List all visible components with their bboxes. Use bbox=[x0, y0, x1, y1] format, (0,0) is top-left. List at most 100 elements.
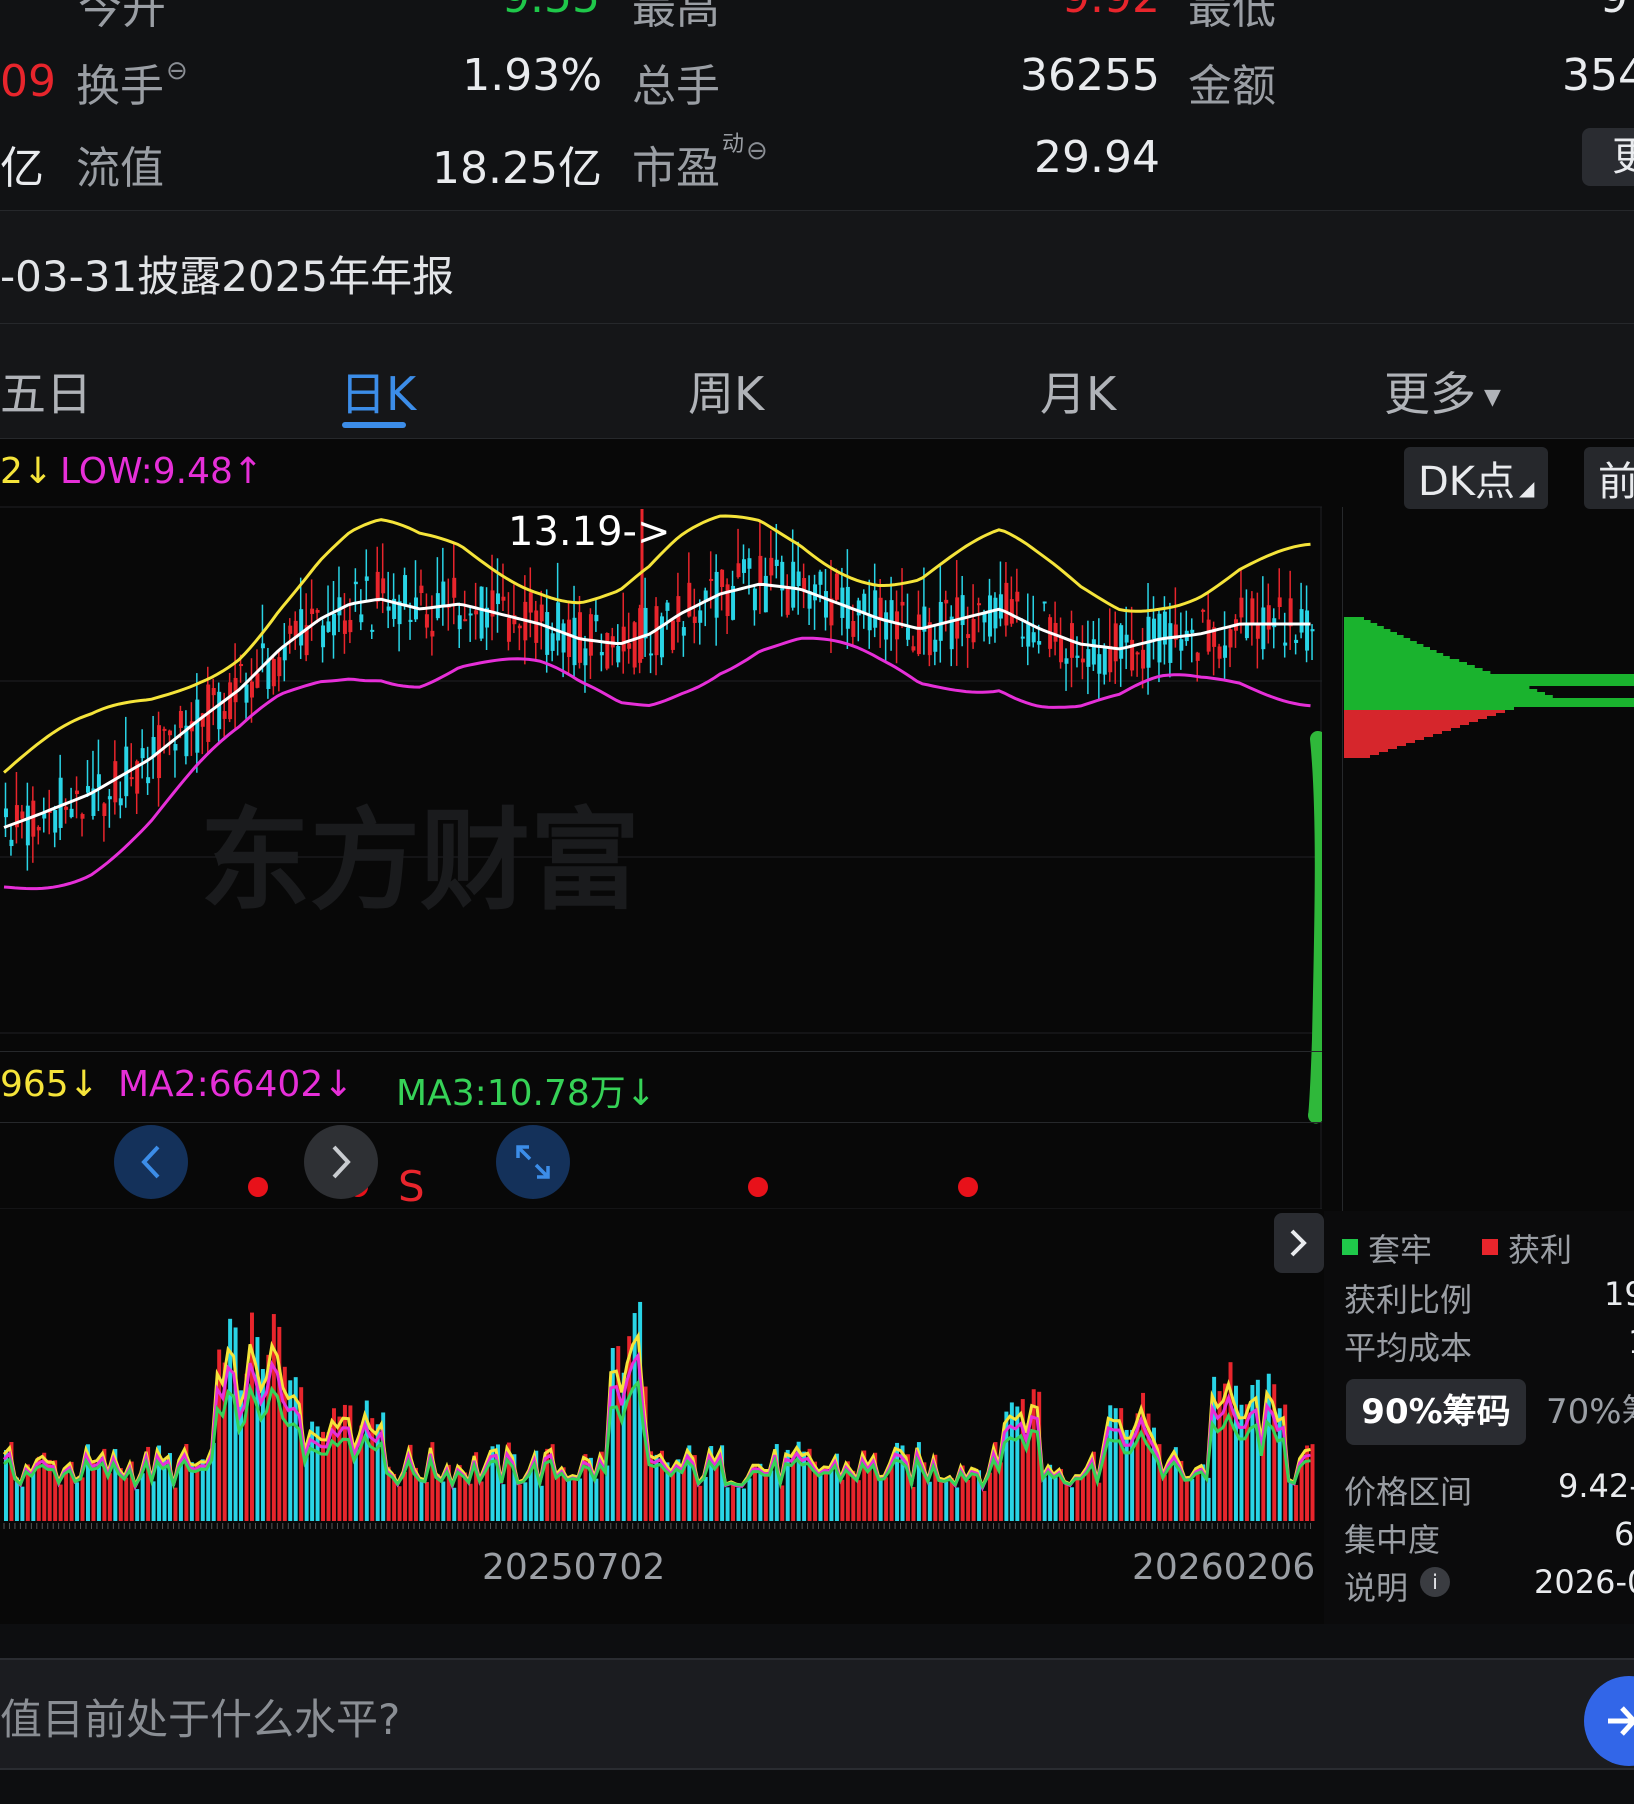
trapped-chip-bar bbox=[1344, 632, 1397, 635]
volume-bar bbox=[594, 1478, 599, 1521]
candle-body bbox=[567, 619, 572, 658]
tab-monthly-k[interactable]: 月K bbox=[1040, 358, 1116, 424]
profit-chip-bar bbox=[1344, 749, 1388, 752]
period-tabs: 五日 日K 周K 月K 更多 ▼ bbox=[0, 324, 1634, 439]
trapped-chip-bar bbox=[1344, 647, 1430, 650]
profit-legend-label: 获利 bbox=[1508, 1231, 1573, 1269]
volume-bar bbox=[955, 1487, 960, 1521]
candle-body bbox=[102, 803, 107, 817]
scroll-left-button[interactable] bbox=[114, 1125, 188, 1199]
candle-body bbox=[370, 629, 375, 632]
more-button[interactable]: 更 bbox=[1582, 128, 1634, 186]
volume-bar bbox=[911, 1487, 916, 1521]
candle-body bbox=[1266, 605, 1271, 630]
profit-chip-bar bbox=[1344, 719, 1478, 722]
trapped-chip-bar bbox=[1344, 638, 1411, 641]
volume-bar bbox=[124, 1477, 129, 1521]
trapped-chip-bar bbox=[1344, 617, 1364, 620]
volume-bar bbox=[927, 1481, 932, 1521]
trapped-chip-bar bbox=[1344, 635, 1404, 638]
volume-bar bbox=[135, 1489, 140, 1521]
chevron-left-icon bbox=[141, 1145, 160, 1179]
candle-body bbox=[1168, 623, 1173, 663]
profit-ratio-value: 19 bbox=[1604, 1275, 1634, 1313]
float-cap-value: 18.25亿 bbox=[432, 143, 602, 194]
candle-body bbox=[364, 576, 369, 581]
trapped-legend-swatch bbox=[1342, 1239, 1358, 1255]
prev-adjust-button[interactable]: 前 bbox=[1584, 447, 1634, 509]
candle-body bbox=[479, 586, 484, 639]
change-value: 09 bbox=[0, 56, 56, 107]
candle-body bbox=[1037, 641, 1042, 645]
candle-body bbox=[851, 620, 856, 637]
candle-body bbox=[1294, 639, 1299, 643]
candle-body bbox=[1299, 609, 1304, 633]
dk-point-button[interactable]: DK点 ◢ bbox=[1404, 447, 1549, 509]
volume-bar bbox=[982, 1490, 987, 1521]
candle-body bbox=[75, 790, 80, 795]
tab-weekly-k[interactable]: 周K bbox=[688, 358, 764, 424]
candle-body bbox=[813, 584, 818, 601]
candle-body bbox=[884, 612, 889, 640]
candle-body bbox=[463, 619, 468, 622]
tab-five-day[interactable]: 五日 bbox=[0, 358, 92, 424]
announcement-bar[interactable]: -03-31披露2025年年报 bbox=[0, 211, 1634, 324]
chip-70-tab[interactable]: 70%筹 bbox=[1546, 1379, 1634, 1445]
volume-bar bbox=[1206, 1477, 1211, 1521]
volume-chart[interactable] bbox=[0, 1279, 1322, 1529]
profit-chip-bar bbox=[1344, 743, 1406, 746]
ask-placeholder: 值目前处于什么水平? bbox=[0, 1695, 401, 1744]
profit-chip-bar bbox=[1344, 752, 1379, 755]
candle-body bbox=[725, 584, 730, 617]
candle-body bbox=[4, 808, 8, 818]
low-label: 最低 bbox=[1188, 0, 1276, 34]
candle-body bbox=[353, 581, 358, 585]
volume-bar bbox=[1217, 1391, 1222, 1521]
fullscreen-button[interactable] bbox=[496, 1125, 570, 1199]
turnover-info-icon[interactable]: ⊖ bbox=[166, 56, 188, 86]
candle-body bbox=[250, 681, 254, 698]
candle-body bbox=[906, 627, 910, 640]
trapped-chip-bar bbox=[1344, 707, 1514, 710]
candle-body bbox=[1124, 634, 1129, 643]
candle-body bbox=[381, 578, 386, 594]
tab-daily-k[interactable]: 日K bbox=[340, 358, 416, 424]
volume-bar bbox=[736, 1487, 741, 1521]
chip-90-tab[interactable]: 90%筹码 bbox=[1346, 1379, 1526, 1445]
tab-more[interactable]: 更多 ▼ bbox=[1384, 358, 1501, 424]
candle-body bbox=[878, 597, 883, 620]
avg-cost-label: 平均成本 bbox=[1344, 1329, 1473, 1367]
candle-body bbox=[1113, 623, 1118, 662]
ask-bar[interactable]: 值目前处于什么水平? bbox=[0, 1658, 1634, 1770]
info-icon[interactable]: i bbox=[1420, 1567, 1450, 1597]
volume-bar bbox=[802, 1451, 807, 1521]
volume-bar bbox=[452, 1487, 457, 1521]
candle-body bbox=[944, 599, 949, 604]
candle-body bbox=[824, 591, 828, 618]
expand-indicator-button[interactable] bbox=[1274, 1213, 1324, 1273]
candle-body bbox=[681, 627, 686, 636]
watermark-text: 东方财富 bbox=[200, 797, 640, 925]
candle-body bbox=[146, 777, 151, 784]
candle-body bbox=[594, 614, 599, 622]
volume-bar bbox=[731, 1484, 736, 1521]
x-axis-label: 20250702 bbox=[482, 1547, 666, 1588]
volume-bar bbox=[1097, 1482, 1102, 1521]
send-button[interactable] bbox=[1584, 1676, 1634, 1766]
volume-bar bbox=[578, 1478, 582, 1521]
volume-bar bbox=[840, 1479, 845, 1521]
candle-body bbox=[873, 590, 878, 628]
pe-info-icon[interactable]: ⊖ bbox=[746, 136, 768, 166]
x-axis-label: 20260206 bbox=[1132, 1547, 1316, 1588]
sell-signal-label: S bbox=[398, 1162, 425, 1209]
candle-body bbox=[1075, 655, 1080, 658]
trapped-chip-bar bbox=[1344, 662, 1467, 665]
candle-body bbox=[1080, 658, 1085, 663]
candle-body bbox=[332, 613, 336, 636]
chevron-right-icon bbox=[1290, 1229, 1307, 1257]
profit-chip-bar bbox=[1344, 740, 1415, 743]
trapped-chip-bar bbox=[1344, 653, 1444, 656]
quote-panel: 今开 9.55 最高 9.92 最低 9 09 换手 ⊖ 1.93% 总手 36… bbox=[0, 0, 1634, 211]
scroll-right-button[interactable] bbox=[304, 1125, 378, 1199]
candle-body bbox=[168, 730, 172, 736]
